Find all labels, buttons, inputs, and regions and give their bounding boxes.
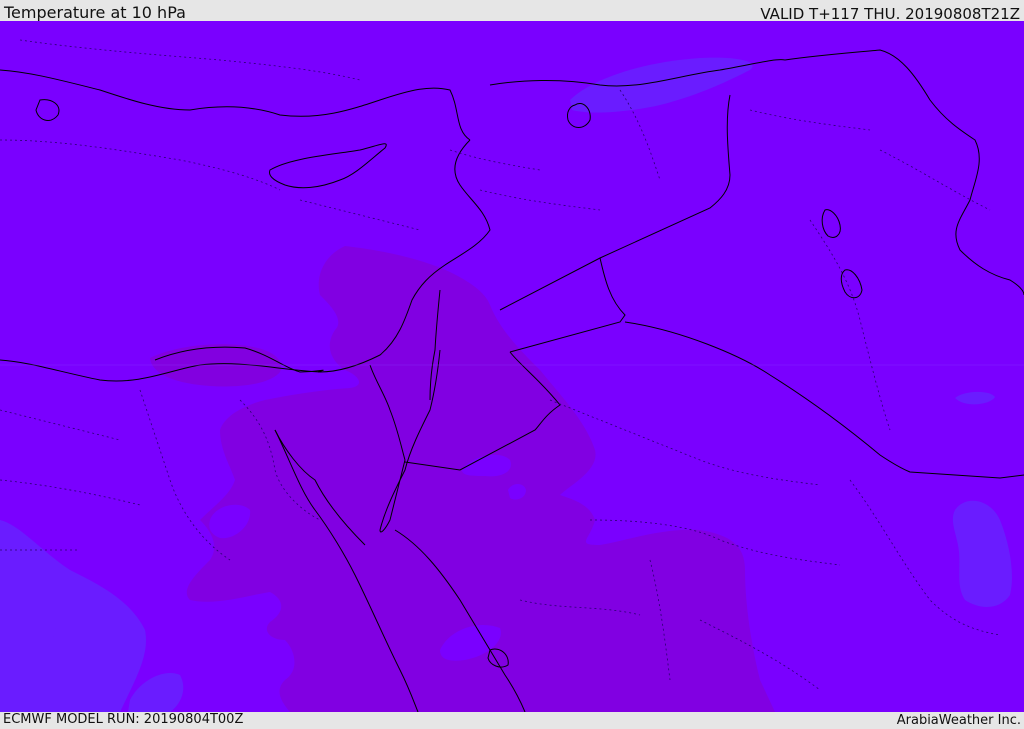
model-run-label: ECMWF MODEL RUN: 20190804T00Z [3, 712, 244, 727]
temperature-field-map [0, 21, 1024, 712]
weather-map-frame: Temperature at 10 hPa VALID T+117 THU. 2… [0, 0, 1024, 729]
header-bar: Temperature at 10 hPa VALID T+117 THU. 2… [0, 0, 1024, 23]
map-title: Temperature at 10 hPa [4, 3, 186, 22]
credit-label: ArabiaWeather Inc. [896, 713, 1021, 728]
map-canvas [0, 21, 1024, 712]
footer-bar: ECMWF MODEL RUN: 20190804T00Z ArabiaWeat… [0, 712, 1024, 729]
